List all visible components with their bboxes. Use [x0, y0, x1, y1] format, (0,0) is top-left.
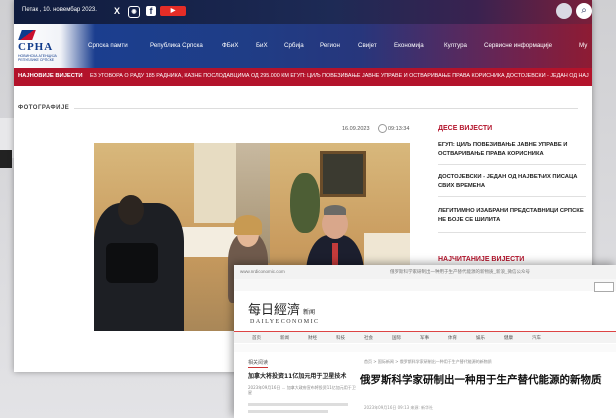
sidebar-item[interactable]: ЛЕГИТИМНО ИЗАБРАНИ ПРЕДСТАВНИЦИ СРПСКЕ Н… — [438, 207, 586, 225]
sidebar-divider — [438, 196, 586, 197]
current-date: Петак , 10. новембар 2023. — [22, 7, 97, 13]
sub-navigation-bar — [234, 344, 616, 352]
srna-logo-mark[interactable] — [18, 30, 36, 40]
youtube-icon[interactable]: ▶ — [160, 6, 186, 16]
most-read-title: НАЈЧИТАНИЈЕ ВИЈЕСТИ — [438, 256, 525, 263]
article-date: 16.09.2023 — [342, 126, 370, 132]
x-icon[interactable]: X — [112, 6, 122, 17]
article-time: 09:13:34 — [388, 126, 410, 132]
nav-item-srbija[interactable]: Србија — [284, 42, 304, 49]
nav-item[interactable]: 健康 — [504, 335, 513, 341]
sidebar-item[interactable]: ЕГУП: ЦИЉ ПОВЕЗИВАЊЕ ЈАВНЕ УПРАВЕ И ОСТВ… — [438, 141, 586, 159]
site-logo-badge: 新闻 — [303, 309, 316, 316]
article-title: 俄罗斯科学家研制出一种用于生产替代能源的新物质 — [360, 374, 602, 386]
nav-item[interactable]: 汽车 — [532, 335, 541, 341]
text-placeholder-line — [248, 403, 348, 406]
search-input[interactable] — [594, 282, 614, 292]
nav-item-republika-srpska[interactable]: Република Српска — [150, 42, 203, 49]
ticker-label: НАЈНОВИЈЕ ВИЈЕСТИ — [18, 73, 83, 79]
nav-item-srpska-pamti[interactable]: Српска памти — [88, 42, 128, 49]
nav-item-ekonomija[interactable]: Економија — [394, 42, 424, 49]
background-window-edge — [0, 150, 12, 168]
related-summary: 2023年09月16日 ... 加拿大政府宣布将投资11亿加元用于卫星 — [248, 385, 356, 395]
nav-item[interactable]: 军事 — [420, 335, 429, 341]
nav-item-fbih[interactable]: ФБиХ — [222, 42, 238, 49]
instagram-icon[interactable]: ◉ — [128, 6, 140, 18]
nav-item[interactable]: 娱乐 — [476, 335, 485, 341]
site-logo[interactable]: 每日經濟 新闻 — [248, 299, 315, 318]
section-divider — [74, 108, 578, 109]
nav-item-region[interactable]: Регион — [320, 42, 340, 49]
top-bar: Петак , 10. новембар 2023. X ◉ f ▶ ⌕ — [14, 0, 592, 24]
nav-item[interactable]: 首页 — [252, 335, 261, 341]
srna-logo-subtitle: НОВИНСКА АГЕНЦИЈА РЕПУБЛИКЕ СРПСКЕ — [18, 54, 57, 62]
nav-item[interactable]: 财经 — [308, 335, 317, 341]
site-top-strip — [234, 279, 616, 291]
related-section-title: 相关阅读 — [248, 360, 269, 368]
daily-economic-window: www.nrdiconomic.com 俄罗斯科学家研制出一种用于生产替代能源的… — [234, 265, 616, 418]
nav-item[interactable]: 科技 — [336, 335, 345, 341]
nav-item[interactable]: 新闻 — [280, 335, 289, 341]
sidebar-item[interactable]: ДОСТОЈЕВСКИ - ЈЕДАН ОД НАЈВЕЋИХ ПИСАЦА С… — [438, 173, 586, 191]
site-navigation: 首页 新闻 财经 科技 社会 国际 军事 体育 娱乐 健康 汽车 — [234, 331, 616, 343]
clock-icon — [378, 124, 387, 133]
ticker-text[interactable]: ЕЗ УГОВОРА О РАДУ 185 РАДНИКА, КАЗНЕ ПОС… — [90, 73, 589, 79]
nav-item[interactable]: 国际 — [392, 335, 401, 341]
related-headline[interactable]: 加拿大将投资11亿加元用于卫星技术 — [248, 373, 356, 381]
breadcrumb[interactable]: 首页 > 国际新闻 > 俄罗斯科学家研制出一种用于生产替代能源的新物质 — [364, 359, 492, 365]
page-tab-title[interactable]: 俄罗斯科学家研制出一种用于生产替代能源的新物质_新浪_微信公众号 — [390, 269, 530, 275]
nav-item-svijet[interactable]: Свијет — [358, 42, 377, 49]
nav-item[interactable]: 体育 — [448, 335, 457, 341]
facebook-icon[interactable]: f — [146, 6, 156, 16]
address-url[interactable]: www.nrdiconomic.com — [240, 269, 285, 274]
section-title: ФОТОГРАФИЈЕ — [18, 105, 70, 111]
sidebar-title: ДЕСЕ ВИЈЕСТИ — [438, 125, 493, 132]
sidebar-divider — [438, 232, 586, 233]
srna-logo[interactable]: СРНА — [18, 41, 53, 53]
language-button[interactable] — [556, 3, 572, 19]
nav-item-more[interactable]: Му — [579, 42, 587, 49]
address-bar[interactable]: www.nrdiconomic.com 俄罗斯科学家研制出一种用于生产替代能源的… — [234, 265, 616, 280]
main-navigation: СРНА НОВИНСКА АГЕНЦИЈА РЕПУБЛИКЕ СРПСКЕ … — [14, 24, 592, 68]
article-meta: 2023年09月16日 09:13 来源: 新华社 — [364, 405, 434, 410]
nav-item-kultura[interactable]: Култура — [444, 42, 467, 49]
nav-item-bih[interactable]: БиХ — [256, 42, 268, 49]
text-placeholder-line — [248, 410, 328, 413]
nav-item[interactable]: 社会 — [364, 335, 373, 341]
nav-item-servisne-informacije[interactable]: Сервисне информације — [484, 42, 552, 49]
sidebar-divider — [438, 164, 586, 165]
search-icon[interactable]: ⌕ — [576, 3, 592, 19]
site-logo-english: DAILYECONOMIC — [250, 319, 320, 325]
news-ticker: НАЈНОВИЈЕ ВИЈЕСТИ ЕЗ УГОВОРА О РАДУ 185 … — [14, 68, 592, 86]
site-logo-text: 每日經濟 — [248, 303, 301, 318]
